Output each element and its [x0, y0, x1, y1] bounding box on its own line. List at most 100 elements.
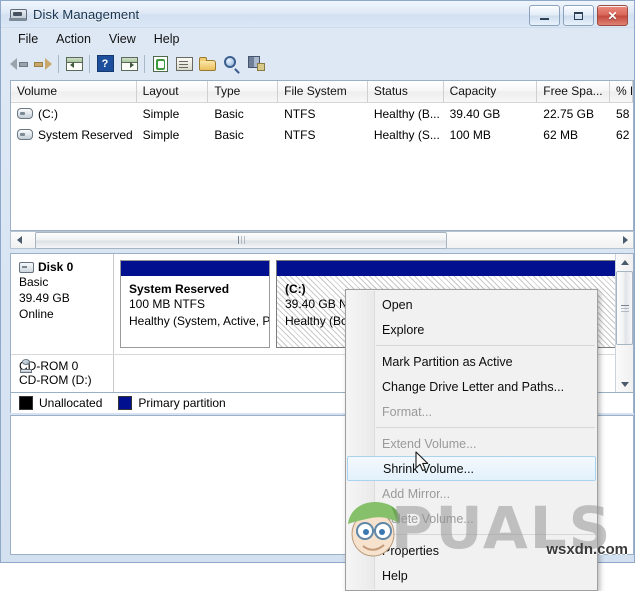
disk-info-panel[interactable]: Disk 0 Basic 39.49 GB Online: [11, 254, 114, 354]
all-tasks-button[interactable]: [244, 52, 268, 75]
minimize-icon: [540, 17, 549, 20]
toolbar: ?: [1, 49, 634, 78]
toolbar-separator-1: [58, 54, 59, 73]
cell-type: Basic: [214, 106, 244, 121]
cdrom-line: CD-ROM (D:): [19, 373, 92, 387]
disk-title: Disk 0: [19, 260, 113, 274]
volume-list-header: Volume Layout Type File System Status Ca…: [11, 81, 633, 103]
open-folder-icon: [199, 56, 217, 71]
column-header-percent-free[interactable]: % F: [610, 81, 633, 102]
cell-layout: Simple: [142, 127, 180, 142]
down-arrow-icon: [620, 381, 629, 387]
rescan-disks-button[interactable]: [220, 52, 244, 75]
back-arrow-icon: [10, 57, 28, 71]
open-folder-button[interactable]: [196, 52, 220, 75]
partition-size-fs: 100 MB NTFS: [129, 297, 206, 311]
partition-color-bar: [277, 261, 615, 276]
maximize-button[interactable]: [563, 5, 594, 26]
maximize-icon: [574, 11, 583, 20]
column-header-layout[interactable]: Layout: [136, 81, 209, 102]
menu-item-delete-volume: Delete Volume...: [382, 511, 474, 526]
properties-button[interactable]: [172, 52, 196, 75]
forward-button[interactable]: [31, 52, 55, 75]
menu-bar: File Action View Help: [1, 28, 634, 49]
magnifier-icon: [224, 55, 240, 72]
menu-item-file[interactable]: File: [9, 30, 47, 48]
menu-item-mark-partition-as-active[interactable]: Mark Partition as Active: [346, 349, 597, 374]
menu-item-change-drive-letter-and-paths[interactable]: Change Drive Letter and Paths...: [346, 374, 597, 399]
legend-label-primary-partition: Primary partition: [138, 396, 226, 410]
disk-state: Online: [19, 307, 54, 321]
menu-item-open[interactable]: Open: [346, 292, 597, 317]
scroll-left-button[interactable]: [11, 232, 27, 248]
grip-icon: [620, 304, 629, 312]
hard-disk-icon: [19, 261, 34, 273]
partition-system-reserved[interactable]: System Reserved 100 MB NTFS Healthy (Sys…: [120, 260, 270, 348]
help-button[interactable]: ?: [93, 52, 117, 75]
cell-free-space: 22.75 GB: [543, 106, 594, 121]
disk-management-icon: [9, 6, 27, 22]
cell-volume: (C:): [11, 107, 137, 121]
partition-body: System Reserved 100 MB NTFS Healthy (Sys…: [121, 276, 269, 347]
column-header-status[interactable]: Status: [367, 81, 444, 102]
column-header-free-space[interactable]: Free Spa...: [537, 81, 611, 102]
show-console-tree-icon: [65, 56, 83, 71]
menu-item-help[interactable]: Help: [346, 563, 597, 588]
column-header-file-system[interactable]: File System: [278, 81, 368, 102]
scroll-down-button[interactable]: [617, 376, 633, 392]
cell-file-system: NTFS: [284, 127, 316, 142]
cell-capacity: 100 MB: [449, 127, 491, 142]
vertical-scrollbar-thumb[interactable]: [616, 271, 633, 345]
menu-item-add-mirror: Add Mirror...: [382, 486, 451, 501]
disk-management-window: Disk Management ✕ File Action View Help: [0, 0, 635, 591]
cell-volume-label: (C:): [38, 106, 58, 121]
show-action-pane-button[interactable]: [117, 52, 141, 75]
cell-free-space: 62 MB: [543, 127, 578, 142]
legend-label-unallocated: Unallocated: [39, 396, 103, 410]
vertical-scrollbar[interactable]: [615, 254, 633, 392]
partition-name: System Reserved: [129, 282, 230, 296]
cell-layout: Simple: [142, 106, 180, 121]
minimize-button[interactable]: [529, 5, 560, 26]
menu-item-shrink-volume[interactable]: Shrink Volume...: [347, 456, 596, 481]
window-title: Disk Management: [33, 6, 140, 22]
cell-volume: System Reserved: [11, 128, 137, 142]
legend-swatch-unallocated: [19, 396, 33, 410]
back-button[interactable]: [7, 52, 31, 75]
menu-item-action[interactable]: Action: [47, 30, 100, 48]
menu-item-help[interactable]: Help: [145, 30, 189, 48]
menu-item-explore[interactable]: Explore: [346, 317, 597, 342]
menu-item-extend-volume: Extend Volume...: [382, 436, 477, 451]
scroll-right-button[interactable]: [617, 232, 633, 248]
show-console-tree-button[interactable]: [62, 52, 86, 75]
toolbar-separator-2: [89, 54, 90, 73]
refresh-icon: [152, 55, 168, 72]
disk-name: Disk 0: [38, 260, 74, 274]
help-icon: ?: [96, 55, 114, 72]
properties-icon: [175, 56, 193, 71]
horizontal-scrollbar-thumb[interactable]: [35, 231, 447, 249]
volume-list-pane[interactable]: Volume Layout Type File System Status Ca…: [10, 80, 634, 231]
refresh-button[interactable]: [148, 52, 172, 75]
drive-icon: [17, 108, 33, 119]
close-button[interactable]: ✕: [597, 5, 628, 26]
menu-item-view[interactable]: View: [100, 30, 145, 48]
context-menu-separator-3: [376, 534, 595, 535]
show-action-pane-icon: [120, 56, 138, 71]
column-header-type[interactable]: Type: [208, 81, 279, 102]
up-arrow-icon: [620, 259, 629, 265]
cdrom-info-panel[interactable]: CD-ROM 0 CD-ROM (D:): [11, 355, 114, 392]
table-row[interactable]: System Reserved Simple Basic NTFS Health…: [11, 124, 633, 145]
cdrom-title: CD-ROM 0: [19, 359, 113, 373]
left-arrow-icon: [16, 236, 22, 244]
drive-icon: [17, 129, 33, 140]
partition-color-bar: [121, 261, 269, 276]
cell-file-system: NTFS: [284, 106, 316, 121]
menu-item-format: Format...: [382, 404, 433, 419]
column-header-volume[interactable]: Volume: [11, 81, 137, 102]
column-header-capacity[interactable]: Capacity: [443, 81, 538, 102]
forward-arrow-icon: [34, 57, 52, 71]
scroll-up-button[interactable]: [617, 254, 633, 270]
horizontal-scrollbar[interactable]: [10, 231, 634, 249]
table-row[interactable]: (C:) Simple Basic NTFS Healthy (B... 39.…: [11, 103, 633, 124]
